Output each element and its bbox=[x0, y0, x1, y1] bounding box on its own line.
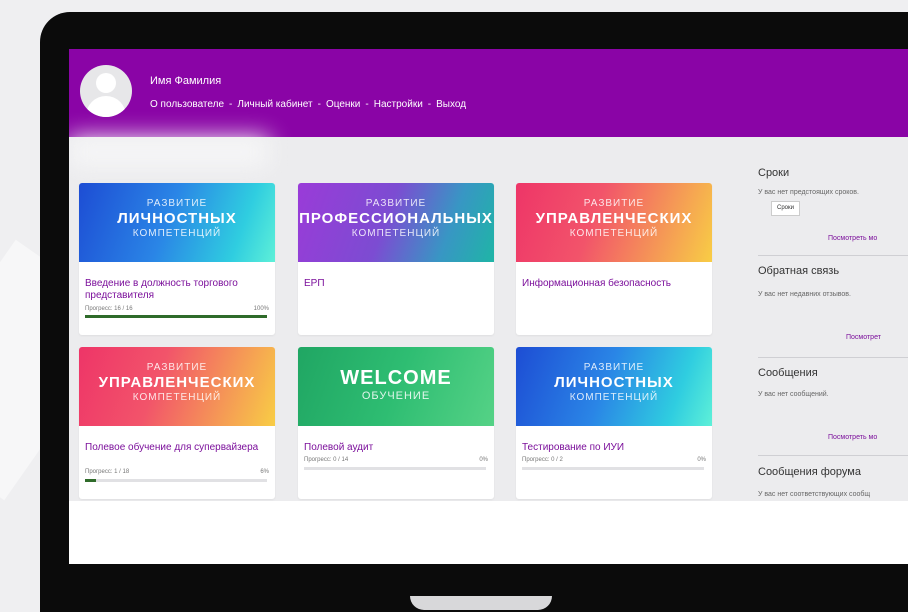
course-title[interactable]: Полевое обучение для супервайзера bbox=[85, 442, 271, 454]
banner-line-1: РАЗВИТИЕ bbox=[146, 198, 208, 209]
nav-separator: - bbox=[427, 99, 432, 110]
divider bbox=[758, 255, 908, 256]
course-progress-text: Прогресс: 0 / 14 bbox=[304, 457, 349, 463]
deadlines-title: Сроки bbox=[758, 167, 790, 179]
deadlines-text: У вас нет предстоящих сроков. bbox=[758, 189, 859, 196]
nav-dashboard-link[interactable]: Личный кабинет bbox=[237, 99, 312, 110]
user-name: Имя Фамилия bbox=[150, 75, 222, 87]
divider bbox=[758, 357, 908, 358]
course-banner: WELCOME ОБУЧЕНИЕ bbox=[298, 347, 494, 426]
progress-bar bbox=[304, 467, 486, 470]
page-bottom-area bbox=[69, 501, 908, 564]
course-card[interactable]: WELCOME ОБУЧЕНИЕ Полевой аудит Прогресс:… bbox=[298, 347, 494, 499]
course-progress-text: Прогресс: 16 / 16 bbox=[85, 306, 133, 312]
course-title[interactable]: ЕРП bbox=[304, 278, 490, 290]
progress-fill bbox=[85, 315, 267, 318]
course-progress-text: Прогресс: 0 / 2 bbox=[522, 457, 563, 463]
banner-line-2: УПРАВЛЕНЧЕСКИХ bbox=[98, 374, 256, 391]
banner-line-1: РАЗВИТИЕ bbox=[146, 362, 208, 373]
course-card[interactable]: РАЗВИТИЕ ПРОФЕССИОНАЛЬНЫХ КОМПЕТЕНЦИЙ ЕР… bbox=[298, 183, 494, 335]
banner-line-2: ЛИЧНОСТНЫХ bbox=[554, 374, 674, 391]
course-card[interactable]: РАЗВИТИЕ ЛИЧНОСТНЫХ КОМПЕТЕНЦИЙ Введение… bbox=[79, 183, 275, 335]
banner-line-3: КОМПЕТЕНЦИЙ bbox=[132, 228, 222, 239]
nav-separator: - bbox=[229, 99, 233, 110]
banner-line-3: КОМПЕТЕНЦИЙ bbox=[351, 228, 441, 239]
feedback-view-link[interactable]: Посмотрет bbox=[846, 334, 881, 341]
course-banner: РАЗВИТИЕ ЛИЧНОСТНЫХ КОМПЕТЕНЦИЙ bbox=[516, 347, 712, 426]
course-progress-percent: 100% bbox=[253, 306, 269, 312]
nav-profile-link[interactable]: О пользователе bbox=[150, 99, 224, 110]
course-title[interactable]: Информационная безопасность bbox=[522, 278, 708, 290]
progress-bar bbox=[85, 315, 267, 318]
course-card[interactable]: РАЗВИТИЕ ЛИЧНОСТНЫХ КОМПЕТЕНЦИЙ Тестиров… bbox=[516, 347, 712, 499]
banner-line-2: УПРАВЛЕНЧЕСКИХ bbox=[535, 210, 693, 227]
feedback-title: Обратная связь bbox=[758, 265, 840, 277]
forum-title: Сообщения форума bbox=[758, 466, 861, 478]
nav-logout-link[interactable]: Выход bbox=[436, 99, 466, 110]
messages-text: У вас нет сообщений. bbox=[758, 391, 829, 398]
banner-subtitle: ОБУЧЕНИЕ bbox=[361, 390, 431, 402]
course-banner: РАЗВИТИЕ УПРАВЛЕНЧЕСКИХ КОМПЕТЕНЦИЙ bbox=[516, 183, 712, 262]
course-title[interactable]: Тестирование по ИУИ bbox=[522, 442, 708, 454]
course-card[interactable]: РАЗВИТИЕ УПРАВЛЕНЧЕСКИХ КОМПЕТЕНЦИЙ Инфо… bbox=[516, 183, 712, 335]
deadlines-view-link[interactable]: Посмотреть мо bbox=[828, 235, 877, 242]
screen: Имя Фамилия О пользователе - Личный кабине… bbox=[69, 49, 908, 564]
banner-line-1: РАЗВИТИЕ bbox=[583, 362, 645, 373]
avatar[interactable] bbox=[80, 65, 132, 117]
user-nav: О пользователе - Личный кабинет - Оценки - Нас… bbox=[150, 99, 466, 110]
user-header: Имя Фамилия О пользователе - Личный кабине… bbox=[69, 49, 908, 137]
progress-bar bbox=[85, 479, 267, 482]
divider bbox=[758, 455, 908, 456]
course-title[interactable]: Полевой аудит bbox=[304, 442, 490, 454]
course-progress-percent: 0% bbox=[479, 457, 488, 463]
messages-title: Сообщения bbox=[758, 367, 818, 379]
progress-fill bbox=[85, 479, 96, 482]
course-card[interactable]: РАЗВИТИЕ УПРАВЛЕНЧЕСКИХ КОМПЕТЕНЦИЙ Поле… bbox=[79, 347, 275, 499]
banner-line-1: РАЗВИТИЕ bbox=[365, 198, 427, 209]
nav-grades-link[interactable]: Оценки bbox=[326, 99, 360, 110]
laptop-notch bbox=[410, 596, 552, 610]
avatar-head-icon bbox=[96, 73, 116, 93]
forum-text: У вас нет соответствующих сообщ bbox=[758, 491, 871, 498]
nav-separator: - bbox=[365, 99, 369, 110]
course-title[interactable]: Введение в должность торгового представи… bbox=[85, 278, 271, 302]
course-banner: РАЗВИТИЕ ПРОФЕССИОНАЛЬНЫХ КОМПЕТЕНЦИЙ bbox=[298, 183, 494, 262]
banner-line-3: КОМПЕТЕНЦИЙ bbox=[569, 392, 659, 403]
course-banner: РАЗВИТИЕ ЛИЧНОСТНЫХ КОМПЕТЕНЦИЙ bbox=[79, 183, 275, 262]
banner-line-1: РАЗВИТИЕ bbox=[583, 198, 645, 209]
deadlines-button[interactable]: Сроки bbox=[771, 201, 800, 216]
messages-view-link[interactable]: Посмотреть мо bbox=[828, 434, 877, 441]
feedback-text: У вас нет недавних отзывов. bbox=[758, 291, 851, 298]
banner-welcome: WELCOME bbox=[340, 367, 452, 389]
banner-line-2: ЛИЧНОСТНЫХ bbox=[117, 210, 237, 227]
progress-bar bbox=[522, 467, 704, 470]
banner-line-3: КОМПЕТЕНЦИЙ bbox=[569, 228, 659, 239]
course-progress-text: Прогресс: 1 / 18 bbox=[85, 469, 130, 475]
decorative-glow bbox=[69, 137, 269, 167]
course-progress-percent: 6% bbox=[260, 469, 269, 475]
nav-separator: - bbox=[317, 99, 321, 110]
course-progress-percent: 0% bbox=[697, 457, 706, 463]
course-banner: РАЗВИТИЕ УПРАВЛЕНЧЕСКИХ КОМПЕТЕНЦИЙ bbox=[79, 347, 275, 426]
banner-line-2: ПРОФЕССИОНАЛЬНЫХ bbox=[299, 210, 493, 227]
banner-line-3: КОМПЕТЕНЦИЙ bbox=[132, 392, 222, 403]
avatar-body-icon bbox=[86, 96, 126, 117]
nav-settings-link[interactable]: Настройки bbox=[374, 99, 423, 110]
